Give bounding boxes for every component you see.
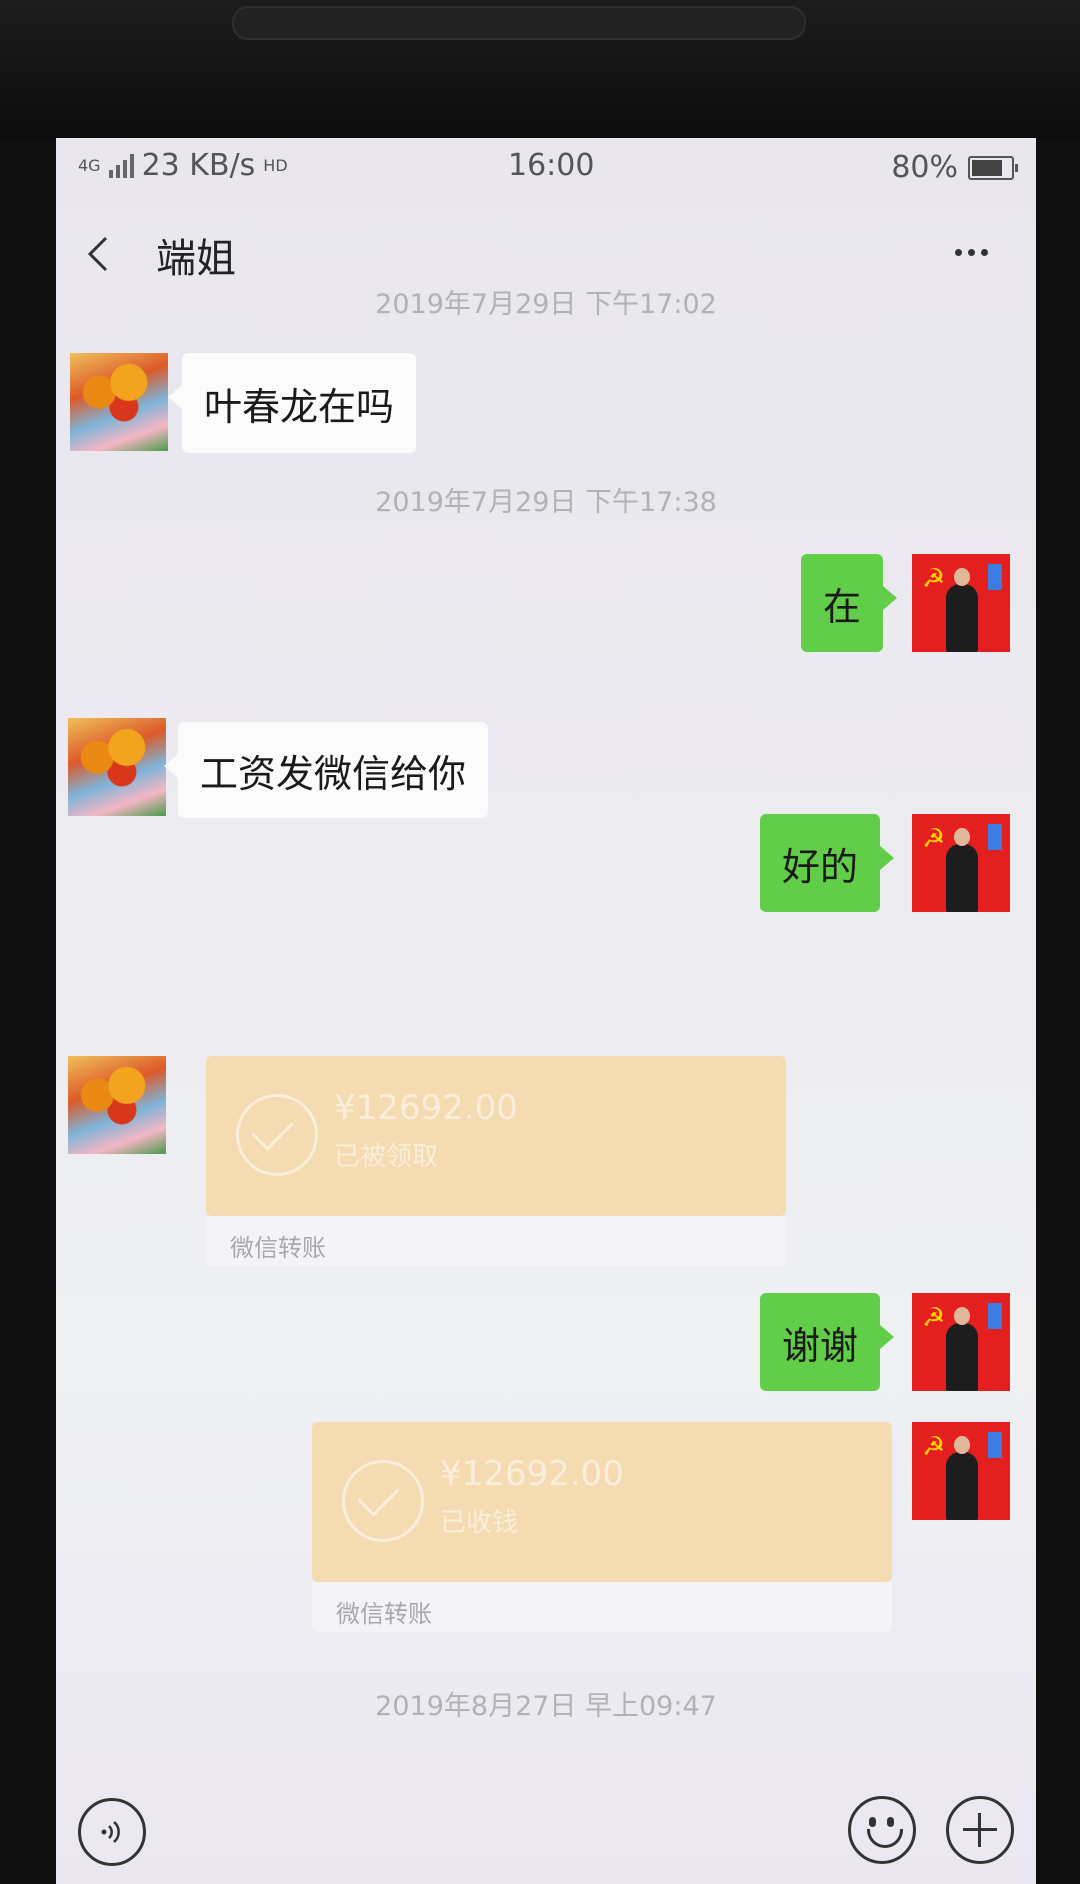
transfer-label: 微信转账 — [336, 1600, 432, 1628]
outgoing-message[interactable]: 谢谢 — [760, 1293, 895, 1391]
badge-icon — [988, 824, 1002, 850]
transfer-amount: ¥12692.00 — [334, 1088, 518, 1128]
status-left: 4G 23 KB/s HD — [78, 148, 288, 183]
add-button[interactable] — [946, 1796, 1014, 1864]
status-right: 80% — [891, 150, 1018, 185]
person-figure — [946, 828, 978, 912]
emoji-eye — [869, 1817, 876, 1827]
voice-icon — [101, 1821, 120, 1843]
incoming-message[interactable]: 工资发微信给你 — [163, 722, 489, 818]
signal-icon — [108, 153, 134, 178]
outgoing-message[interactable]: 在 — [801, 554, 898, 652]
phone-bezel-top — [0, 0, 1080, 140]
transfer-label: 微信转账 — [230, 1234, 326, 1262]
phone-speaker — [232, 6, 806, 40]
outgoing-message[interactable]: 好的 — [760, 814, 895, 912]
message-text: 好的 — [782, 844, 859, 889]
my-avatar[interactable]: ☭ — [912, 814, 1010, 912]
message-timestamp: 2019年7月29日 下午17:02 — [375, 289, 717, 320]
voice-button[interactable] — [78, 1798, 146, 1866]
message-timestamp: 2019年7月29日 下午17:38 — [375, 487, 717, 518]
hd-call-icon: HD — [263, 156, 287, 175]
transfer-footer: 微信转账 — [312, 1582, 892, 1632]
network-label: 4G — [78, 156, 101, 175]
emoji-eye — [887, 1817, 894, 1827]
ellipsis-dot — [980, 248, 988, 256]
contact-avatar[interactable] — [68, 1056, 166, 1154]
ellipsis-dot — [967, 248, 975, 256]
clock: 16:00 — [508, 148, 595, 183]
emoji-mouth — [867, 1829, 903, 1848]
transfer-status: 已收钱 — [440, 1508, 519, 1538]
my-avatar[interactable]: ☭ — [912, 554, 1010, 652]
transfer-footer: 微信转账 — [206, 1216, 786, 1266]
chat-title: 端姐 — [156, 236, 236, 282]
contact-avatar[interactable] — [68, 718, 166, 816]
party-emblem-icon: ☭ — [922, 824, 946, 854]
message-text: 叶春龙在吗 — [204, 384, 395, 429]
emoji-button[interactable] — [848, 1796, 916, 1864]
party-emblem-icon: ☭ — [922, 1432, 946, 1462]
battery-percent: 80% — [891, 150, 958, 185]
status-bar: 4G 23 KB/s HD 16:00 80% — [56, 138, 1036, 196]
hd-label: HD — [263, 156, 288, 175]
party-emblem-icon: ☭ — [922, 564, 946, 594]
chat-screen: 4G 23 KB/s HD 16:00 80% 端姐 2019年7月29日 下午… — [56, 138, 1036, 1884]
transfer-card[interactable]: ¥12692.00 已被领取 — [206, 1056, 786, 1216]
input-bar — [56, 1774, 1036, 1884]
back-button[interactable] — [76, 226, 120, 282]
message-text: 在 — [823, 584, 862, 629]
check-circle-icon — [342, 1460, 424, 1542]
message-timestamp: 2019年8月27日 早上09:47 — [375, 1691, 717, 1722]
party-emblem-icon: ☭ — [922, 1303, 946, 1333]
badge-icon — [988, 1303, 1002, 1329]
message-text: 谢谢 — [782, 1323, 859, 1368]
battery-icon — [968, 155, 1018, 180]
transfer-card[interactable]: ¥12692.00 已收钱 — [312, 1422, 892, 1582]
more-button[interactable] — [946, 232, 996, 272]
transfer-status: 已被领取 — [334, 1142, 439, 1172]
phone-bezel-left — [0, 140, 56, 1884]
person-figure — [946, 1307, 978, 1391]
my-avatar[interactable]: ☭ — [912, 1293, 1010, 1391]
network-speed: 23 KB/s — [141, 148, 256, 183]
check-circle-icon — [236, 1094, 318, 1176]
contact-avatar[interactable] — [70, 353, 168, 451]
my-avatar[interactable]: ☭ — [912, 1422, 1010, 1520]
incoming-message[interactable]: 叶春龙在吗 — [167, 353, 417, 453]
person-figure — [946, 1436, 978, 1520]
ellipsis-dot — [954, 248, 962, 256]
transfer-amount: ¥12692.00 — [440, 1454, 624, 1494]
badge-icon — [988, 1432, 1002, 1458]
phone-bezel-right — [1036, 140, 1080, 1884]
person-figure — [946, 568, 978, 652]
message-text: 工资发微信给你 — [200, 751, 467, 796]
badge-icon — [988, 564, 1002, 590]
chevron-left-icon — [87, 236, 108, 272]
